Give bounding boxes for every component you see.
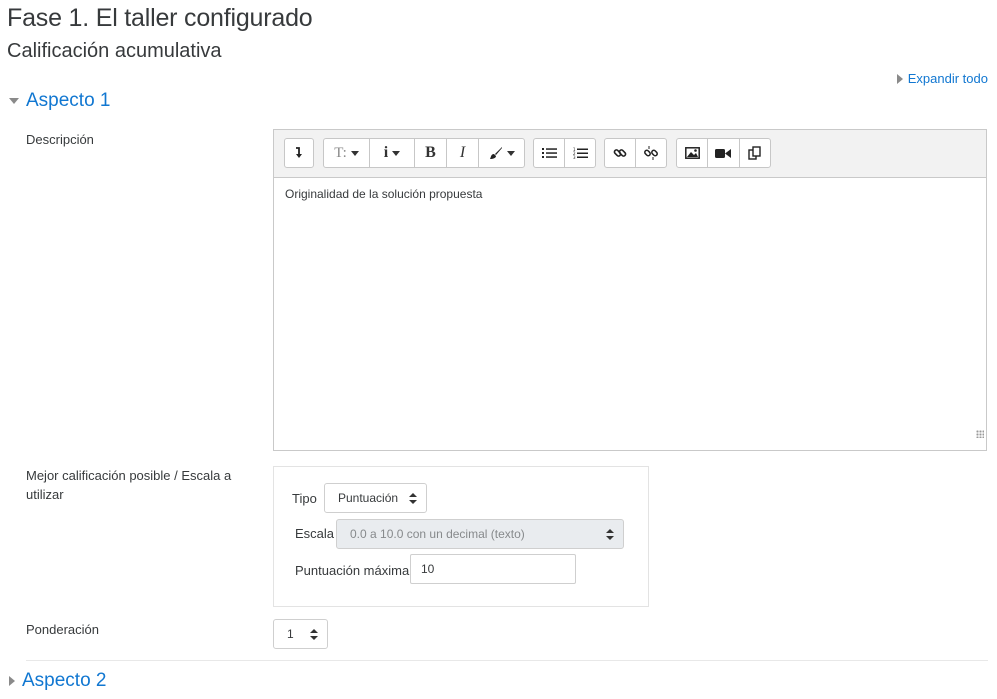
insert-video-button[interactable] bbox=[708, 139, 740, 167]
caret-down-icon bbox=[9, 98, 19, 104]
video-icon bbox=[715, 148, 732, 158]
aspect-1-header[interactable]: Aspecto 1 bbox=[9, 90, 111, 112]
updown-arrows-icon bbox=[409, 493, 417, 504]
updown-arrows-icon bbox=[606, 529, 614, 540]
dropdown-caret-icon bbox=[350, 150, 359, 156]
type-select[interactable]: Puntuación bbox=[324, 483, 427, 513]
description-editor: T: i B I 1 2 3 Originalidad de la soluci… bbox=[273, 129, 987, 451]
toolbar-group-lists: 1 2 3 bbox=[533, 138, 596, 168]
info-icon: i bbox=[383, 144, 389, 161]
collapse-icon bbox=[296, 147, 302, 158]
weight-select[interactable]: 1 bbox=[273, 619, 328, 649]
scale-select-value: 0.0 a 10.0 con un decimal (texto) bbox=[350, 527, 525, 541]
file-manager-icon bbox=[748, 146, 761, 160]
page-title: Fase 1. El taller configurado bbox=[7, 4, 313, 32]
image-icon bbox=[684, 147, 700, 159]
text-style-button[interactable]: T: bbox=[324, 139, 370, 167]
weight-label: Ponderación bbox=[26, 622, 99, 637]
toolbar-group-style: T: i B I bbox=[323, 138, 525, 168]
toolbar-group-media bbox=[676, 138, 771, 168]
grade-label: Mejor calificación posible / Escala a ut… bbox=[26, 468, 232, 502]
description-text: Originalidad de la solución propuesta bbox=[285, 187, 483, 201]
caret-right-icon bbox=[9, 676, 15, 686]
numbered-list-button[interactable]: 1 2 3 bbox=[565, 139, 595, 167]
editor-toolbar: T: i B I 1 2 3 bbox=[274, 130, 986, 178]
brush-button[interactable] bbox=[479, 139, 524, 167]
italic-button[interactable]: I bbox=[447, 139, 479, 167]
toolbar-group-collapse bbox=[284, 138, 314, 168]
brush-icon bbox=[489, 147, 502, 159]
bullet-list-button[interactable] bbox=[534, 139, 565, 167]
type-select-value: Puntuación bbox=[338, 491, 399, 505]
description-label: Descripción bbox=[26, 132, 94, 147]
aspect-2-title: Aspecto 2 bbox=[22, 670, 107, 691]
aspect-2-header[interactable]: Aspecto 2 bbox=[9, 670, 107, 692]
unlink-icon bbox=[644, 146, 658, 160]
bold-icon: B bbox=[425, 144, 436, 161]
file-manager-button[interactable] bbox=[740, 139, 770, 167]
dropdown-caret-icon bbox=[392, 150, 401, 156]
italic-icon: I bbox=[459, 144, 466, 161]
link-button[interactable] bbox=[605, 139, 636, 167]
insert-image-button[interactable] bbox=[677, 139, 709, 167]
max-score-label: Puntuación máxima bbox=[295, 563, 410, 578]
aspect-1-title: Aspecto 1 bbox=[26, 90, 111, 111]
text-style-icon: T: bbox=[334, 144, 347, 161]
editor-content-area[interactable]: Originalidad de la solución propuesta bbox=[274, 178, 986, 440]
scale-select[interactable]: 0.0 a 10.0 con un decimal (texto) bbox=[336, 519, 624, 549]
more-info-button[interactable]: i bbox=[370, 139, 415, 167]
max-score-input[interactable]: 10 bbox=[410, 554, 576, 584]
link-icon bbox=[613, 149, 627, 157]
bullet-list-icon bbox=[541, 148, 557, 158]
expand-all-link[interactable]: Expandir todo bbox=[896, 71, 988, 86]
unlink-button[interactable] bbox=[636, 139, 666, 167]
type-label: Tipo bbox=[292, 491, 317, 506]
page-subtitle: Calificación acumulativa bbox=[7, 40, 222, 62]
scale-label: Escala bbox=[295, 526, 335, 541]
svg-text:3: 3 bbox=[573, 155, 576, 160]
weight-select-value: 1 bbox=[287, 627, 294, 641]
caret-right-icon bbox=[896, 73, 903, 84]
expand-all-label: Expandir todo bbox=[907, 71, 988, 86]
toolbar-group-links bbox=[604, 138, 667, 168]
numbered-list-icon: 1 2 3 bbox=[573, 147, 588, 160]
grade-settings-box: Tipo Puntuación Escala 0.0 a 10.0 con un… bbox=[273, 466, 649, 607]
resize-grip-icon[interactable] bbox=[976, 430, 984, 438]
collapse-toolbar-button[interactable] bbox=[285, 139, 313, 167]
dropdown-caret-icon bbox=[506, 150, 515, 156]
updown-arrows-icon bbox=[310, 629, 318, 640]
section-divider bbox=[26, 660, 988, 661]
max-score-value: 10 bbox=[421, 562, 435, 576]
bold-button[interactable]: B bbox=[415, 139, 447, 167]
